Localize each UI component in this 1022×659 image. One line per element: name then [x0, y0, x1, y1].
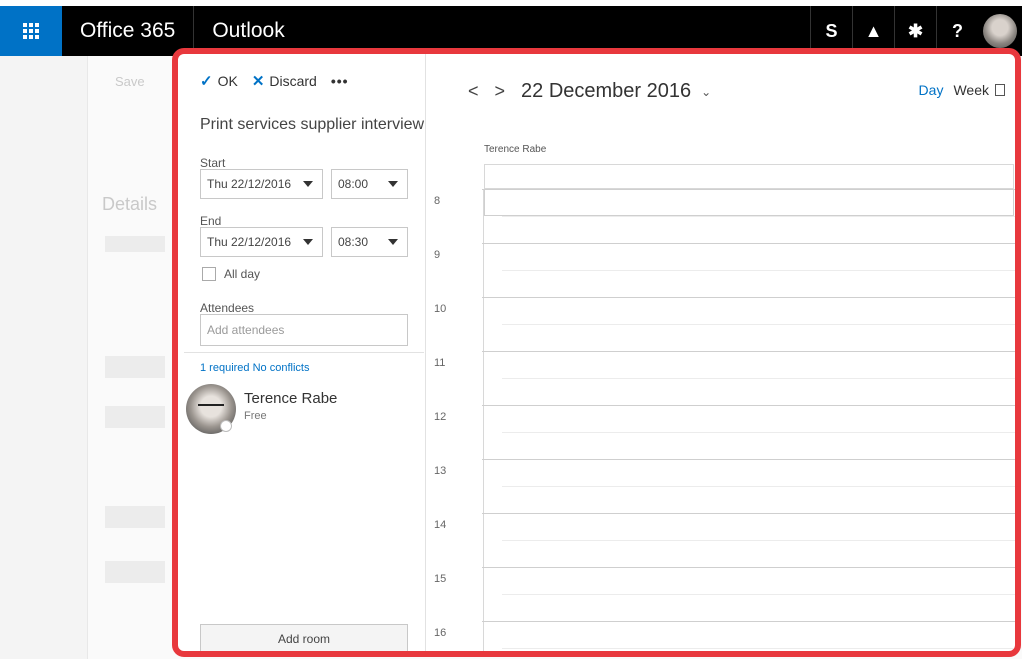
conflicts-summary-link[interactable]: 1 required No conflicts [200, 362, 309, 374]
view-switcher: Day Week [919, 82, 1005, 98]
hour-label: 14 [434, 519, 447, 531]
background-field [105, 236, 165, 252]
hour-row: 16 [426, 621, 1015, 651]
all-day-label: All day [224, 267, 261, 281]
hour-label: 10 [434, 303, 447, 315]
attendees-label: Attendees [200, 301, 255, 315]
hour-label: 11 [434, 357, 446, 369]
hour-row: 11 [426, 351, 1015, 405]
background-field [105, 506, 165, 528]
end-date-dropdown[interactable]: Thu 22/12/2016 [200, 227, 323, 257]
week-view-button[interactable]: Week [953, 82, 989, 98]
background-field [105, 561, 165, 583]
command-bar: ✓ OK ✕ Discard ••• [200, 72, 363, 90]
hour-row: 9 [426, 243, 1015, 297]
start-date-dropdown[interactable]: Thu 22/12/2016 [200, 169, 323, 199]
popout-icon[interactable] [995, 84, 1005, 96]
background-field [105, 406, 165, 428]
close-icon: ✕ [251, 73, 265, 90]
all-day-events-row[interactable] [484, 164, 1014, 189]
background-save-button: Save [115, 74, 145, 89]
discard-button[interactable]: ✕ Discard [252, 72, 317, 90]
day-view-button[interactable]: Day [919, 82, 944, 98]
next-day-button[interactable]: > [495, 81, 506, 102]
hour-row: 10 [426, 297, 1015, 351]
end-date-value: Thu 22/12/2016 [207, 235, 292, 249]
check-icon: ✓ [200, 73, 213, 90]
all-day-checkbox[interactable] [202, 267, 216, 281]
event-form: ✓ OK ✕ Discard ••• Print services suppli… [178, 54, 426, 651]
background-sidebar [0, 56, 88, 659]
hour-row: 14 [426, 513, 1015, 567]
brand-label[interactable]: Office 365 [62, 6, 195, 56]
hour-label: 9 [434, 249, 441, 261]
start-label: Start [200, 156, 226, 170]
start-date-value: Thu 22/12/2016 [207, 177, 292, 191]
end-time-value: 08:30 [338, 235, 369, 249]
ok-button[interactable]: ✓ OK [200, 72, 238, 90]
event-title-field[interactable]: Print services supplier interview [200, 116, 424, 134]
calendar-column-header: Terence Rabe [484, 144, 547, 155]
presence-icon [220, 420, 232, 432]
app-launcher-button[interactable] [0, 6, 62, 56]
hour-row: 15 [426, 567, 1015, 621]
chevron-down-icon[interactable]: ⌄ [701, 85, 711, 99]
hour-row: 12 [426, 405, 1015, 459]
end-label: End [200, 214, 222, 228]
hour-row: 13 [426, 459, 1015, 513]
hour-label: 16 [434, 627, 447, 639]
calendar-navigation: < > 22 December 2016 ⌄ [468, 80, 711, 103]
chevron-down-icon [303, 239, 313, 245]
divider [184, 352, 424, 353]
hour-label: 12 [434, 411, 447, 423]
waffle-icon [23, 23, 39, 39]
background-field [105, 356, 165, 378]
chevron-down-icon [388, 239, 398, 245]
avatar-image [983, 14, 1017, 48]
attendee-name: Terence Rabe [244, 390, 338, 407]
hour-label: 15 [434, 573, 447, 585]
discard-label: Discard [269, 73, 317, 89]
more-options-button[interactable]: ••• [331, 73, 349, 89]
chevron-down-icon [303, 181, 313, 187]
add-room-button[interactable]: Add room [200, 624, 408, 651]
hour-label: 8 [434, 195, 441, 207]
attendee-status: Free [244, 410, 267, 422]
background-details-heading: Details [102, 194, 158, 214]
prev-day-button[interactable]: < [468, 81, 479, 102]
end-time-dropdown[interactable]: 08:30 [331, 227, 408, 257]
start-time-value: 08:00 [338, 177, 369, 191]
event-editor-panel: ✓ OK ✕ Discard ••• Print services suppli… [172, 48, 1021, 657]
ok-label: OK [217, 73, 238, 89]
start-time-dropdown[interactable]: 08:00 [331, 169, 408, 199]
current-date-label[interactable]: 22 December 2016 [521, 80, 691, 103]
attendees-input[interactable]: Add attendees [200, 314, 408, 346]
calendar-day-grid[interactable]: 8 9 10 11 12 13 14 15 16 [426, 189, 1015, 651]
selected-time-slot[interactable] [484, 189, 1014, 216]
chevron-down-icon [388, 181, 398, 187]
hour-label: 13 [434, 465, 447, 477]
